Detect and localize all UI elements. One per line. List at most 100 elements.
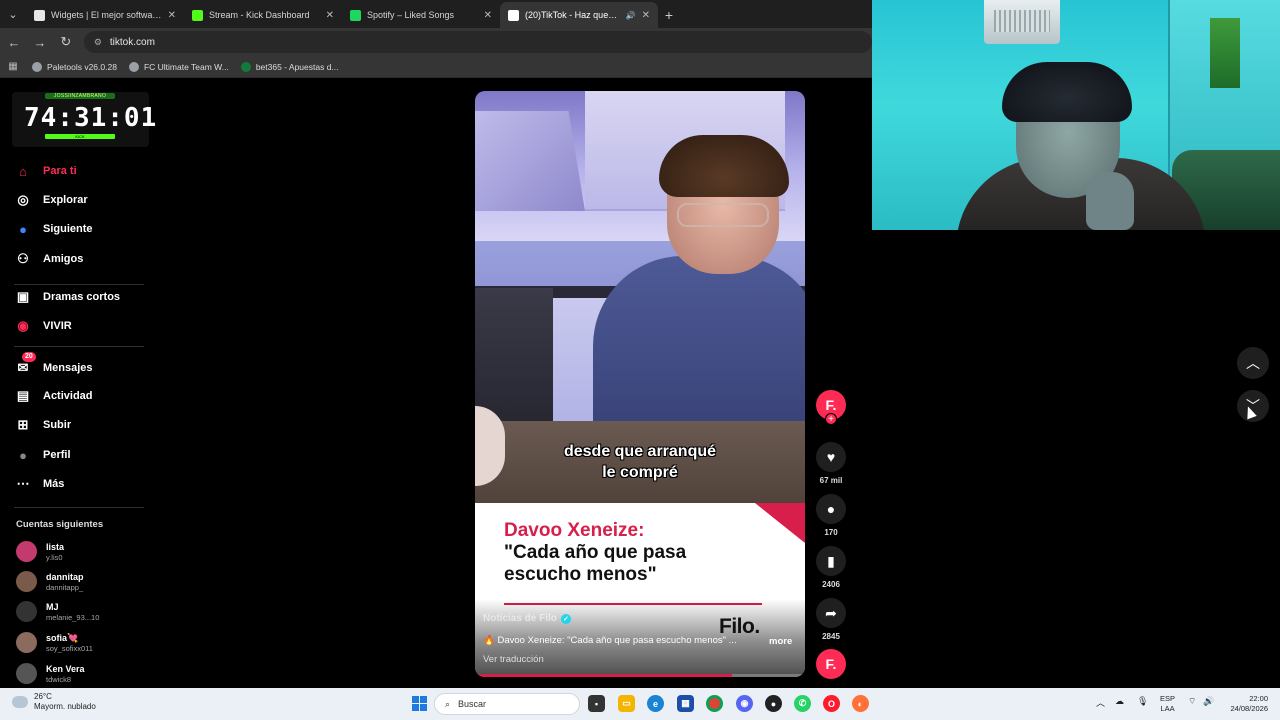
sidebar-item-subir[interactable]: ⊞ Subir (14, 416, 144, 434)
comment-action[interactable]: ● 170 (816, 494, 846, 537)
video-scene-hood (475, 111, 585, 211)
more-button[interactable]: more (769, 636, 792, 647)
close-tab-icon[interactable]: ✕ (642, 10, 650, 21)
sidebar-item-mensajes[interactable]: ✉ 20 Mensajes (14, 352, 144, 377)
bookmark-item[interactable]: bet365 - Apuestas d... (235, 61, 345, 72)
speaker-icon[interactable]: 🔊 (626, 11, 636, 20)
comment-icon[interactable]: ● (816, 494, 846, 524)
obs-icon[interactable]: ● (765, 695, 782, 712)
bookmark-favicon-icon (240, 61, 251, 72)
message-count-badge: 20 (22, 352, 36, 362)
sidebar-item-dramas-cortos[interactable]: ▣ Dramas cortos (14, 288, 144, 306)
sound-disc[interactable]: F. (816, 649, 846, 679)
tab-search-button[interactable]: ⌄ (0, 0, 26, 28)
close-tab-icon[interactable]: ✕ (168, 10, 176, 21)
followed-account[interactable]: dannitap dannitapp_ (16, 571, 156, 592)
close-tab-icon[interactable]: ✕ (484, 10, 492, 21)
share-count: 2845 (822, 632, 840, 641)
tab-title: Widgets | El mejor software pa (51, 10, 162, 20)
new-tab-button[interactable]: + (658, 2, 680, 28)
opera-icon[interactable]: O (823, 695, 840, 712)
wifi-icon[interactable]: ⌔ (1188, 696, 1196, 707)
task-view-icon[interactable]: ▪ (588, 695, 605, 712)
network-tray-icon[interactable]: ☁ (1115, 696, 1124, 707)
start-button[interactable] (412, 696, 427, 711)
store-icon[interactable]: ▦ (677, 695, 694, 712)
share-action[interactable]: ➦ 2845 (816, 598, 846, 641)
video-person-hair (659, 135, 789, 197)
discord-icon[interactable]: ◉ (736, 695, 753, 712)
bookmark-label: bet365 - Apuestas d... (255, 61, 339, 72)
microphone-icon[interactable]: 🎙 (1137, 696, 1148, 707)
sidebar-item-vivir[interactable]: ◉ VIVIR (14, 317, 144, 335)
see-translation-link[interactable]: Ver traducción (483, 654, 544, 665)
bookmarks-bar: ▦ Paletools v26.0.28 FC Ultimate Team W..… (0, 56, 872, 78)
author-name[interactable]: Noticias de Filo (483, 613, 557, 624)
sidebar-item-amigos[interactable]: ⚇ Amigos (14, 250, 144, 268)
video-progress-bar[interactable] (475, 674, 805, 677)
sidebar-item-siguiente[interactable]: ● Siguiente (14, 220, 144, 238)
clock-time: 22:00 (1249, 694, 1268, 703)
video-progress-fill (475, 674, 733, 677)
weather-widget[interactable]: 26°C Mayorm. nublado (12, 692, 96, 712)
bookmark-item[interactable]: FC Ultimate Team W... (123, 61, 235, 72)
avatar (16, 601, 37, 622)
like-action[interactable]: ♥ 67 mil (816, 442, 846, 485)
sidebar-item-m-s[interactable]: ⋯ Más (14, 475, 144, 493)
upload-icon: ⊞ (17, 417, 29, 432)
show-hidden-icons-button[interactable]: ︿ (1096, 696, 1105, 709)
webcam-person-hair (1002, 62, 1132, 122)
sidebar-divider (14, 284, 144, 285)
heart-icon[interactable]: ♥ (816, 442, 846, 472)
reload-button[interactable]: ↻ (54, 30, 78, 54)
sidebar-item-explorar[interactable]: ◎ Explorar (14, 191, 144, 209)
sidebar-item-label: Actividad (43, 390, 93, 402)
save-action[interactable]: ▮ 2406 (816, 546, 846, 589)
previous-video-button[interactable]: ︿ (1237, 347, 1269, 379)
share-arrow-icon[interactable]: ➦ (816, 598, 846, 628)
bookmark-item[interactable]: Paletools v26.0.28 (26, 61, 123, 72)
search-icon: ⌕ (445, 698, 451, 709)
sidebar-item-label: Siguiente (43, 223, 93, 235)
browser-tab[interactable]: (20)TikTok - Haz que tu día 🔊 ✕ (500, 2, 658, 28)
chrome-icon[interactable] (706, 695, 723, 712)
bookmark-icon[interactable]: ▮ (816, 546, 846, 576)
followed-account[interactable]: sofia💘 soy_sofixx011 (16, 632, 156, 653)
sidebar-item-para-ti[interactable]: ⌂ Para ti (14, 162, 144, 180)
followed-account[interactable]: MJ melanie_93...10 (16, 601, 156, 622)
address-bar[interactable]: ⚙ tiktok.com (83, 31, 872, 53)
edge-icon[interactable]: e (647, 695, 664, 712)
search-placeholder: Buscar (458, 699, 487, 709)
taskbar-search[interactable]: ⌕ Buscar (434, 693, 580, 715)
volume-icon[interactable]: 🔊 (1203, 696, 1214, 707)
language-indicator[interactable]: ESP LAA (1160, 694, 1175, 714)
whatsapp-icon[interactable]: ✆ (794, 695, 811, 712)
sidebar-item-perfil[interactable]: ● Perfil (14, 446, 144, 464)
apps-grid-icon[interactable]: ▦ (0, 61, 26, 72)
video-author[interactable]: Noticias de Filo ✓ (483, 613, 571, 624)
followed-account[interactable]: Ken Vera tdwick8 (16, 663, 156, 684)
follow-plus-icon[interactable]: + (825, 413, 837, 425)
browser-tab[interactable]: Stream - Kick Dashboard ✕ (184, 2, 342, 28)
forward-button[interactable]: → (28, 30, 52, 54)
system-clock[interactable]: 22:00 24/08/2026 (1224, 694, 1268, 714)
file-explorer-icon[interactable]: ▭ (618, 695, 635, 712)
account-username: y.lis0 (46, 552, 63, 562)
back-button[interactable]: ← (2, 30, 26, 54)
close-tab-icon[interactable]: ✕ (326, 10, 334, 21)
browser-tab[interactable]: Spotify – Liked Songs ✕ (342, 2, 500, 28)
timer-bottom-label: KICK (45, 134, 115, 139)
followed-account[interactable]: lista y.lis0 (16, 541, 156, 562)
video-player[interactable]: desde que arranqué le compré Davoo Xenei… (475, 91, 805, 677)
browser-tab[interactable]: Widgets | El mejor software pa ✕ (26, 2, 184, 28)
sidebar-divider (14, 507, 144, 508)
avatar (16, 541, 37, 562)
sidebar-item-label: Más (43, 478, 65, 490)
firefox-icon[interactable]: ◐ (852, 695, 869, 712)
screen: ⌄ Widgets | El mejor software pa ✕ Stream … (0, 0, 1280, 720)
site-info-icon[interactable]: ⚙ (94, 37, 102, 48)
kick-icon (192, 9, 203, 21)
sidebar-item-actividad[interactable]: ▤ Actividad (14, 387, 144, 405)
creator-avatar[interactable]: F. + (816, 390, 846, 425)
music-disc-icon[interactable]: F. (816, 649, 846, 679)
